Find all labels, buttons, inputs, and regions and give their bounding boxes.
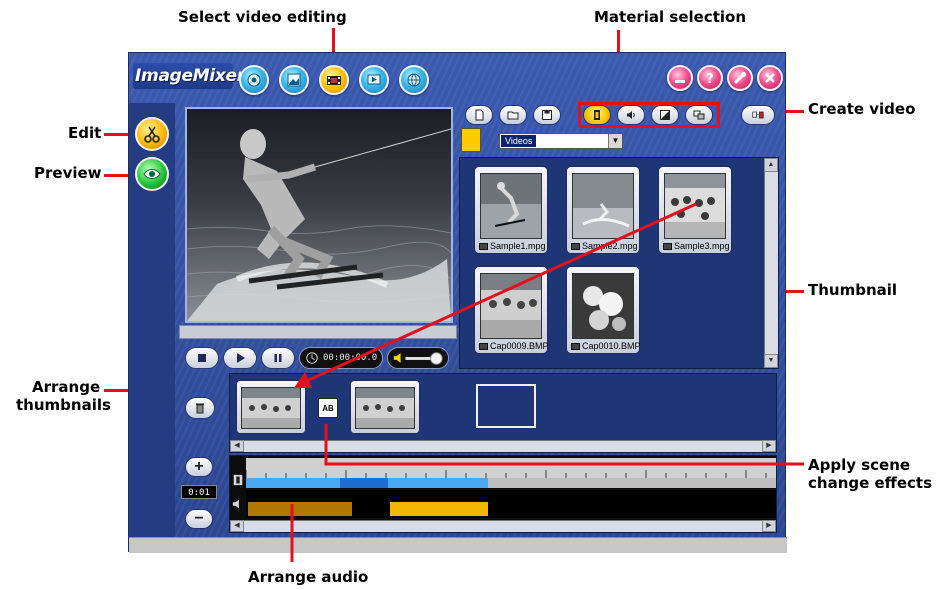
callout-arrows (290, 202, 804, 562)
